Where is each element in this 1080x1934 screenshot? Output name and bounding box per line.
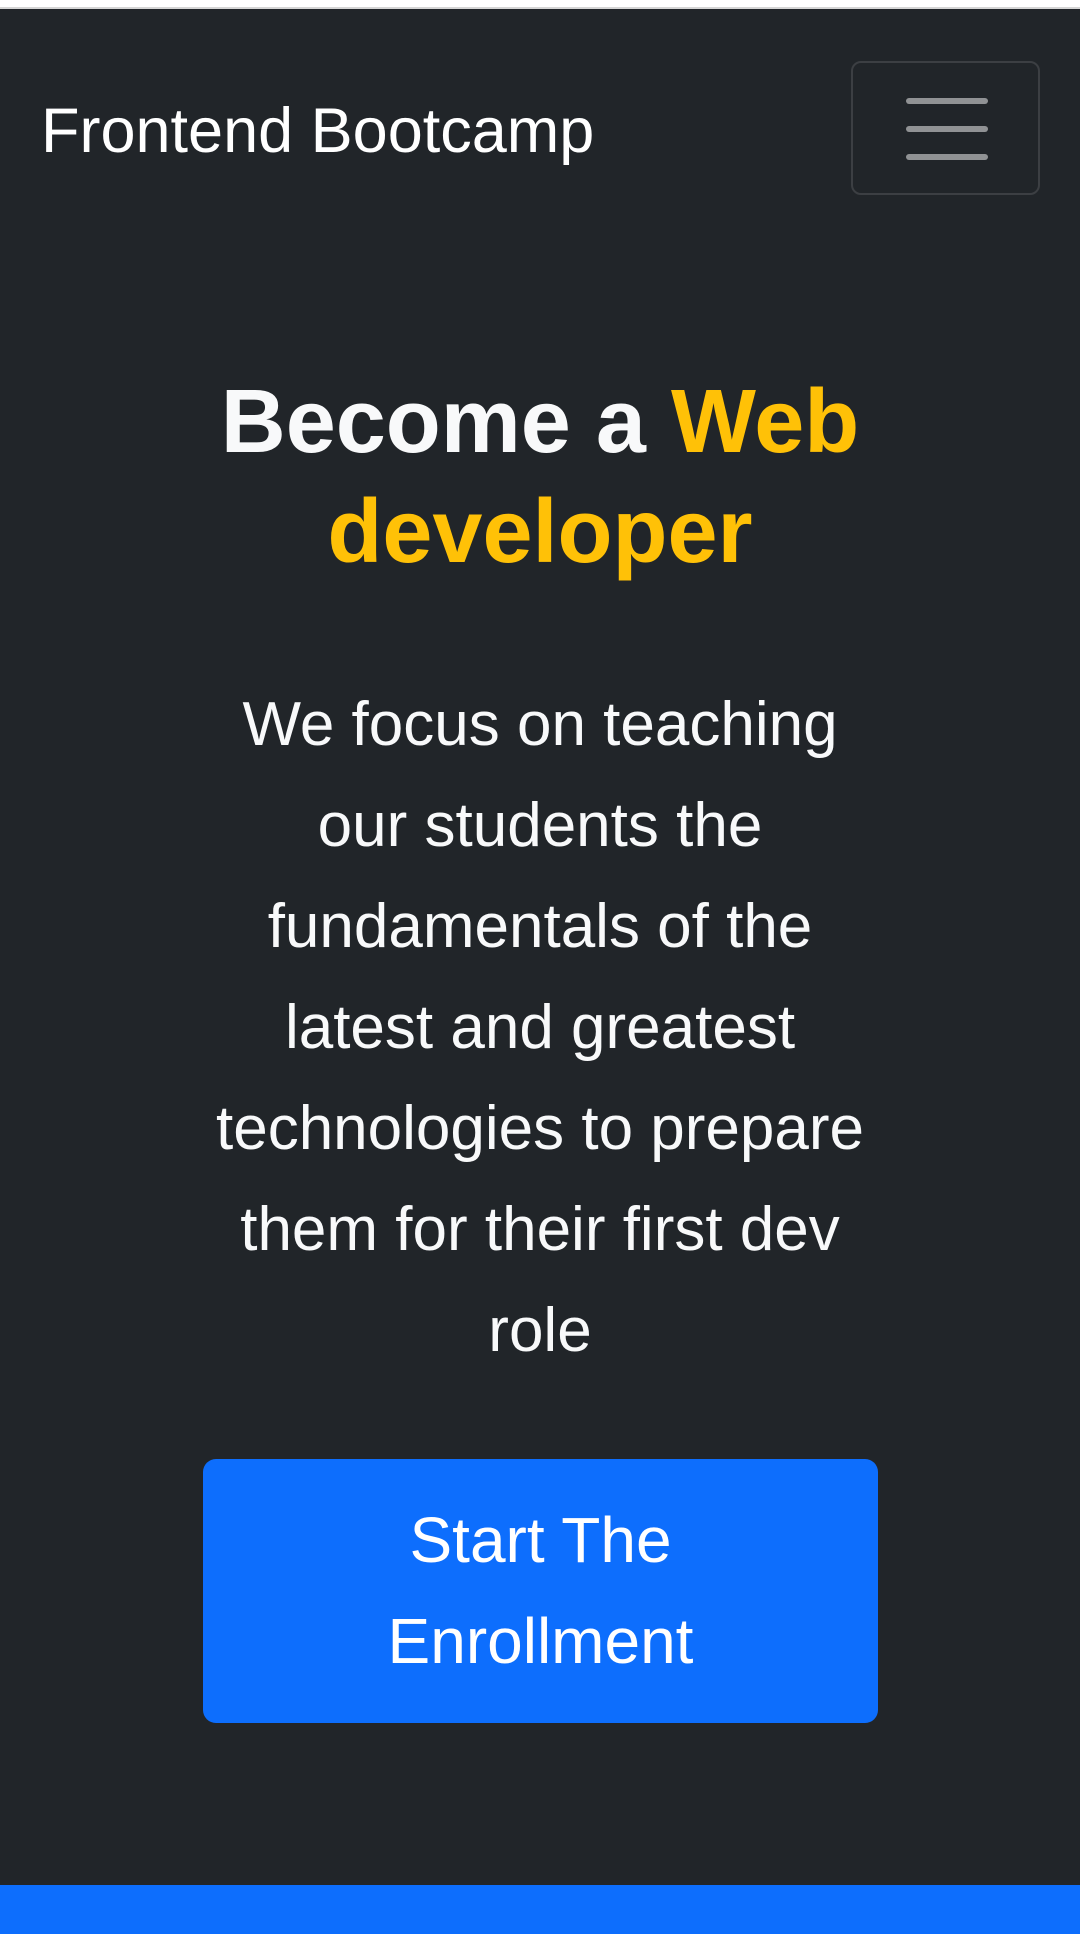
navbar-toggler-button[interactable] xyxy=(851,61,1040,195)
hero-heading: Become a Web developer xyxy=(140,367,940,587)
hamburger-menu-icon xyxy=(906,98,988,160)
next-section-edge xyxy=(0,1885,1080,1934)
hero-heading-prefix: Become a xyxy=(220,372,671,472)
navbar-brand[interactable]: Frontend Bootcamp xyxy=(41,91,594,171)
browser-top-edge xyxy=(0,0,1080,9)
hero-lead-text: We focus on teaching our students the fu… xyxy=(215,690,864,1365)
navbar: Frontend Bootcamp xyxy=(0,9,1080,249)
start-enrollment-button[interactable]: Start The Enrollment xyxy=(203,1459,878,1723)
hero-section: Become a Web developer We focus on teach… xyxy=(0,249,1080,1885)
